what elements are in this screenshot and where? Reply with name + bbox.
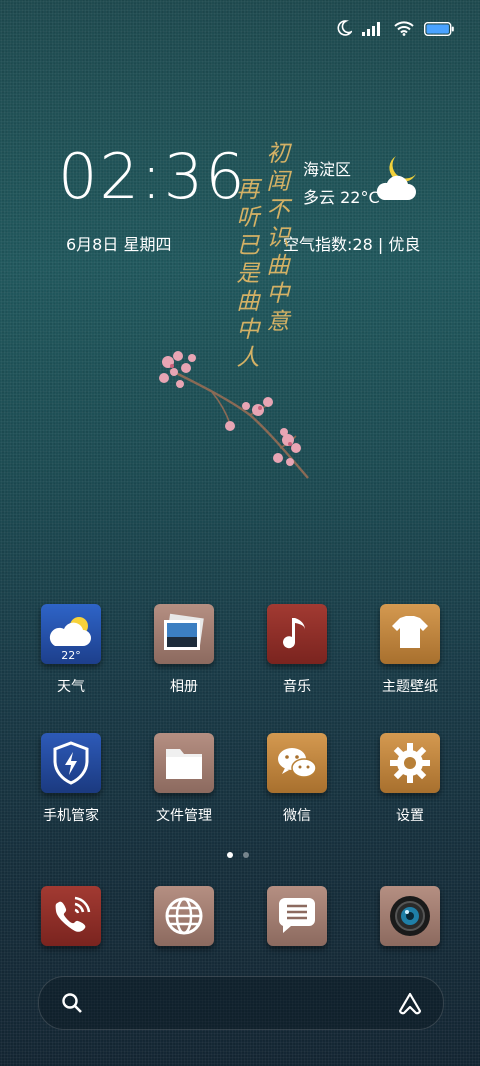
messages-icon: [267, 886, 327, 946]
camera-icon: [380, 886, 440, 946]
folder-icon: [154, 733, 214, 793]
themes-icon: [380, 604, 440, 664]
page-indicator: [227, 852, 249, 858]
page-dot[interactable]: [243, 852, 249, 858]
phone-icon: [41, 886, 101, 946]
page-dot-active[interactable]: [227, 852, 233, 858]
weather-condition[interactable]: 多云 22°C: [303, 184, 380, 208]
app-settings[interactable]: 设置: [370, 733, 450, 825]
app-label: 文件管理: [156, 808, 212, 824]
clock-time[interactable]: 02:36: [58, 140, 247, 213]
plum-blossom-branch: [150, 340, 320, 494]
music-icon: [267, 604, 327, 664]
moon-cloud-icon: [374, 152, 420, 208]
app-label: 相册: [170, 679, 198, 695]
search-bar[interactable]: [38, 976, 444, 1030]
do-not-disturb-moon-icon: [336, 20, 354, 40]
app-wechat[interactable]: 微信: [257, 733, 337, 825]
wechat-icon: [267, 733, 327, 793]
clock-date: 6月8日 星期四: [66, 235, 172, 254]
wifi-icon: [394, 20, 414, 40]
signal-icon: [362, 21, 384, 40]
security-icon: [41, 733, 101, 793]
app-label: 天气: [57, 679, 85, 695]
weather-icon: 22°: [41, 604, 101, 664]
app-label: 主题壁纸: [382, 679, 438, 695]
gallery-icon: [154, 604, 214, 664]
assistant-icon[interactable]: [397, 991, 423, 1019]
app-music[interactable]: 音乐: [257, 604, 337, 696]
dock-phone[interactable]: [31, 886, 111, 946]
app-label: 手机管家: [43, 808, 99, 824]
dock-camera[interactable]: [370, 886, 450, 946]
weather-badge-temp: 22°: [61, 649, 81, 662]
dock-messages[interactable]: [257, 886, 337, 946]
air-quality[interactable]: 空气指数:28 | 优良: [283, 231, 420, 255]
battery-icon: [423, 21, 454, 40]
search-icon: [61, 992, 83, 1018]
browser-icon: [154, 886, 214, 946]
app-themes[interactable]: 主题壁纸: [370, 604, 450, 696]
app-label: 设置: [396, 808, 424, 824]
status-bar: [336, 20, 454, 40]
dock-browser[interactable]: [144, 886, 224, 946]
app-label: 音乐: [283, 679, 311, 695]
poem-line-1: 初闻不识曲中意: [266, 141, 290, 335]
app-label: 微信: [283, 808, 311, 824]
app-security[interactable]: 手机管家: [31, 733, 111, 825]
weather-location[interactable]: 海淀区: [303, 156, 351, 180]
app-weather[interactable]: 22° 天气: [31, 604, 111, 696]
settings-icon: [380, 733, 440, 793]
app-gallery[interactable]: 相册: [144, 604, 224, 696]
app-files[interactable]: 文件管理: [144, 733, 224, 825]
